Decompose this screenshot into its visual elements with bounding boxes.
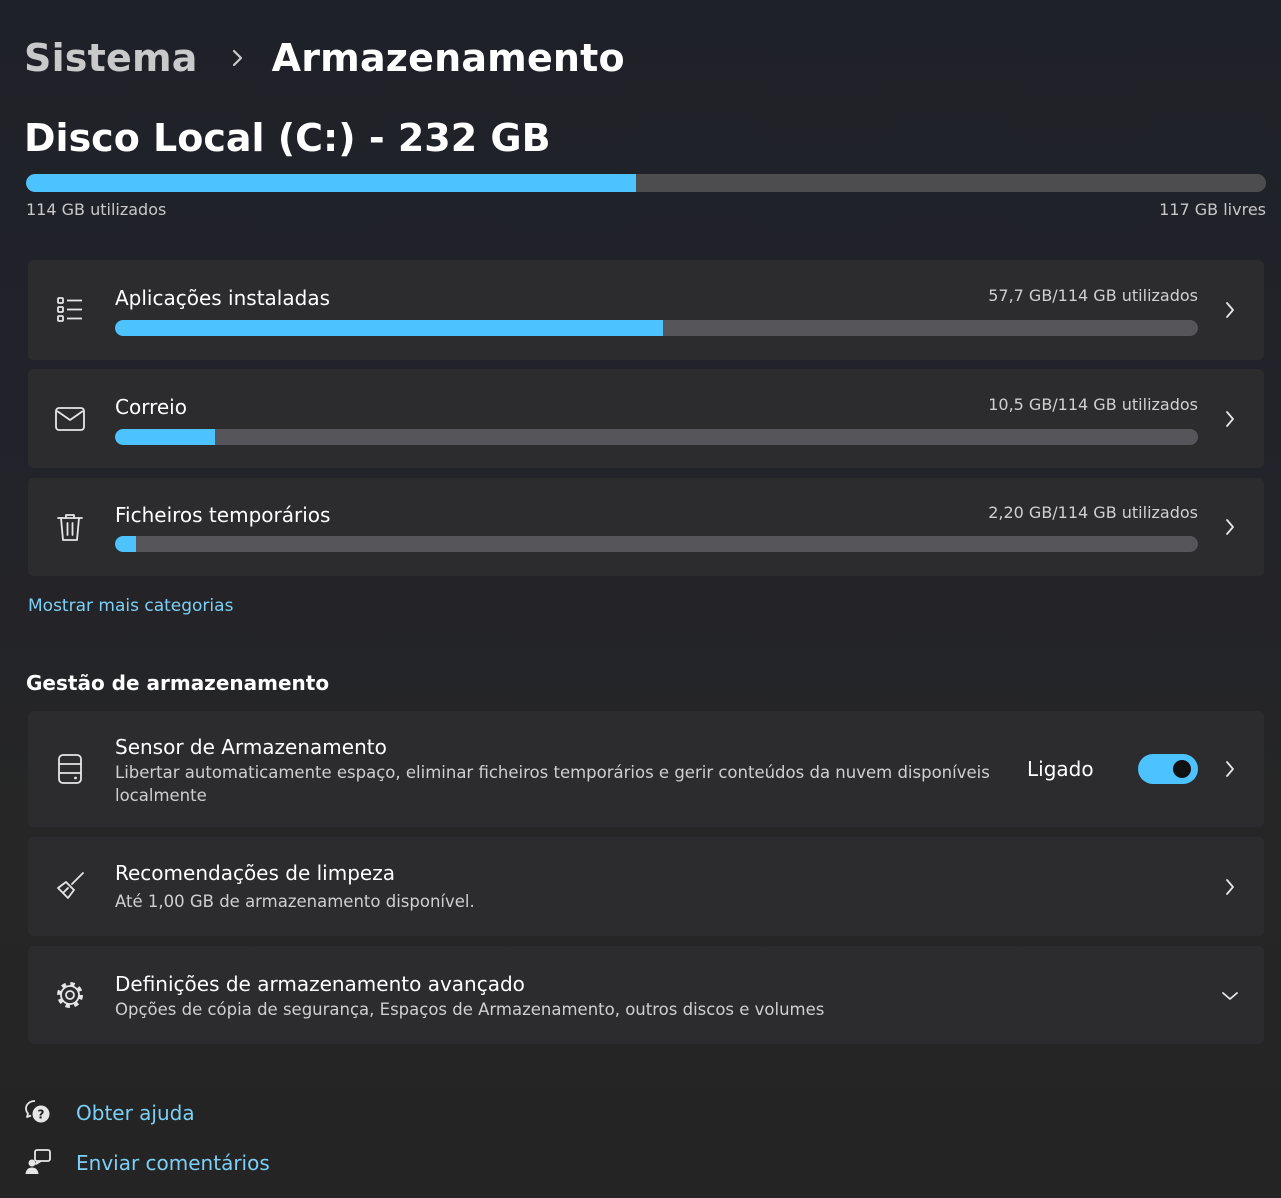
category-usage-bar (115, 536, 1198, 552)
storage-sense-status: Ligado (1027, 757, 1094, 781)
category-label: Aplicações instaladas (115, 286, 330, 310)
page-title: Armazenamento (271, 36, 625, 80)
category-usage-bar (115, 320, 1198, 336)
feedback-icon (24, 1148, 52, 1176)
storage-drive-icon (54, 753, 86, 785)
storage-sense-title: Sensor de Armazenamento (115, 735, 387, 759)
category-usage-fill (115, 429, 215, 445)
breadcrumb-parent-sistema[interactable]: Sistema (24, 36, 198, 80)
category-card-mail[interactable]: Correio 10,5 GB/114 GB utilizados (28, 369, 1264, 468)
show-more-categories-link[interactable]: Mostrar mais categorias (28, 596, 233, 616)
toggle-knob (1173, 760, 1191, 778)
category-value: 57,7 GB/114 GB utilizados (988, 286, 1198, 305)
disk-used-label: 114 GB utilizados (26, 200, 167, 219)
trash-icon (54, 511, 86, 543)
chevron-right-icon (218, 38, 258, 78)
advanced-storage-settings-description: Opções de cópia de segurança, Espaços de… (115, 1000, 825, 1019)
disk-usage-fill (26, 174, 637, 192)
category-label: Correio (115, 395, 187, 419)
category-card-temp-files[interactable]: Ficheiros temporários 2,20 GB/114 GB uti… (28, 478, 1264, 576)
section-title-storage-management: Gestão de armazenamento (26, 671, 330, 695)
help-icon: ? (24, 1098, 52, 1126)
chevron-right-icon (1218, 875, 1242, 899)
category-usage-fill (115, 536, 136, 552)
category-value: 2,20 GB/114 GB utilizados (988, 503, 1198, 522)
svg-text:?: ? (38, 1108, 45, 1122)
chevron-right-icon (1218, 298, 1242, 322)
mail-icon (54, 403, 86, 435)
get-help-link[interactable]: Obter ajuda (76, 1101, 195, 1125)
cleanup-recommendations-description: Até 1,00 GB de armazenamento disponível. (115, 892, 475, 911)
category-card-installed-apps[interactable]: Aplicações instaladas 57,7 GB/114 GB uti… (28, 260, 1264, 360)
chevron-right-icon (1218, 515, 1242, 539)
category-value: 10,5 GB/114 GB utilizados (988, 395, 1198, 414)
storage-sense-description-line1: Libertar automaticamente espaço, elimina… (115, 763, 990, 782)
disk-free-label: 117 GB livres (1159, 200, 1266, 219)
storage-sense-toggle[interactable] (1138, 754, 1198, 784)
storage-sense-description: Libertar automaticamente espaço, elimina… (115, 761, 990, 807)
storage-sense-card[interactable]: Sensor de Armazenamento Libertar automat… (28, 711, 1264, 827)
cleanup-recommendations-card[interactable]: Recomendações de limpeza Até 1,00 GB de … (28, 837, 1264, 936)
disk-title: Disco Local (C:) - 232 GB (24, 116, 551, 160)
storage-sense-description-line2: localmente (115, 786, 207, 805)
cleanup-recommendations-title: Recomendações de limpeza (115, 861, 395, 885)
chevron-right-icon (1218, 757, 1242, 781)
advanced-storage-settings-title: Definições de armazenamento avançado (115, 972, 525, 996)
category-usage-bar (115, 429, 1198, 445)
send-feedback-link[interactable]: Enviar comentários (76, 1151, 270, 1175)
chevron-right-icon (1218, 407, 1242, 431)
category-usage-fill (115, 320, 663, 336)
gear-icon (54, 979, 86, 1011)
breadcrumb: Sistema Armazenamento (24, 30, 625, 86)
disk-usage-bar (26, 174, 1266, 192)
category-label: Ficheiros temporários (115, 503, 331, 527)
chevron-down-icon (1218, 984, 1242, 1008)
apps-list-icon (54, 294, 86, 326)
advanced-storage-settings-card[interactable]: Definições de armazenamento avançado Opç… (28, 946, 1264, 1044)
broom-icon (54, 870, 86, 902)
